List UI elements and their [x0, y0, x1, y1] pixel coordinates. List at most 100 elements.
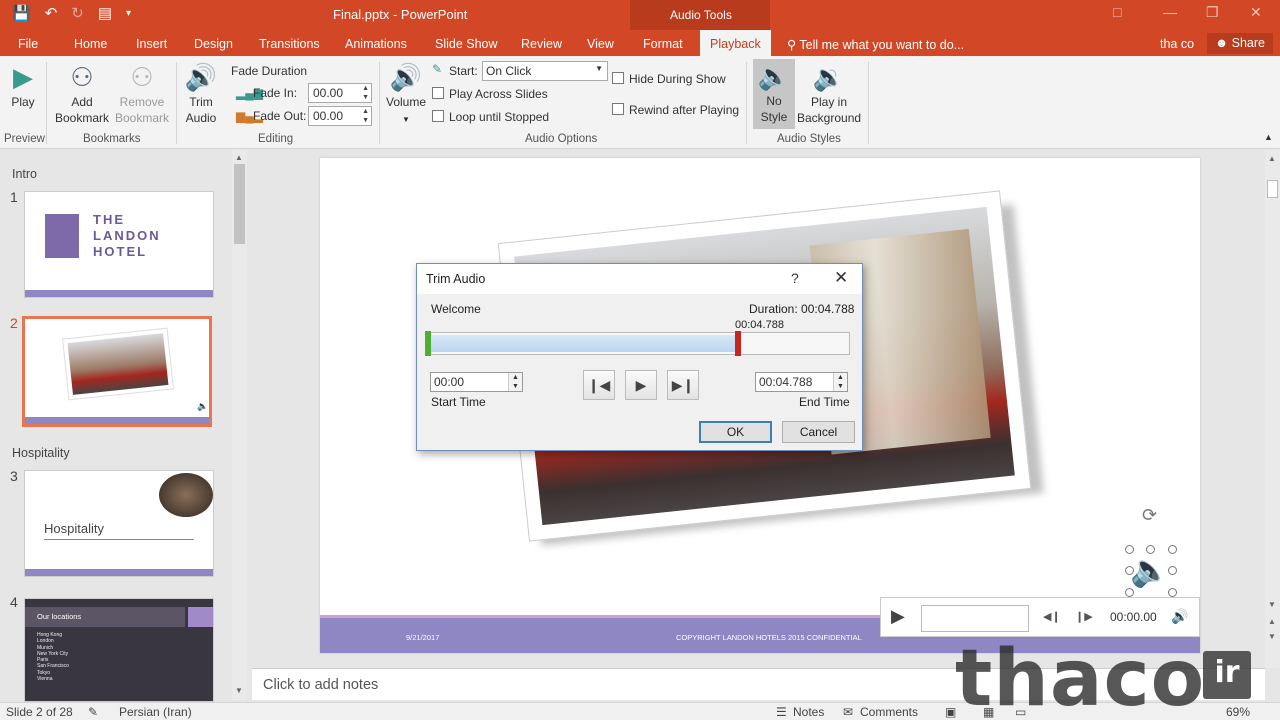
scroll-thumb[interactable] — [234, 164, 245, 244]
comments-icon[interactable]: ✉ — [843, 705, 853, 719]
speaker-icon[interactable]: 🔈 — [1130, 548, 1170, 593]
resize-handle[interactable] — [1125, 566, 1134, 575]
previous-slide-icon[interactable]: ▲ — [1268, 617, 1276, 626]
close-icon[interactable]: ✕ — [834, 268, 848, 288]
spellcheck-icon[interactable]: ✎ — [88, 705, 98, 719]
scroll-thumb[interactable] — [1267, 180, 1278, 198]
spin-arrows-icon[interactable]: ▲ ▼ — [362, 84, 369, 102]
fade-in-value: 00.00 — [313, 86, 344, 100]
resize-handle[interactable] — [1168, 566, 1177, 575]
play-across-slides-checkbox[interactable] — [432, 87, 444, 99]
play-in-background-button[interactable]: 🔉 Play in Background — [797, 60, 861, 126]
close-window-icon[interactable]: ✕ — [1250, 4, 1262, 21]
tab-transitions[interactable]: Transitions — [259, 37, 320, 51]
fade-out-input[interactable]: 00.00 ▲ ▼ — [308, 106, 372, 126]
no-style-button[interactable]: 🔈 No Style — [753, 59, 795, 129]
tab-design[interactable]: Design — [194, 37, 233, 51]
slide-thumbnail-4[interactable]: Our locations Hong Kong London Munich Ne… — [24, 598, 214, 702]
media-progress-bar[interactable] — [921, 605, 1029, 632]
next-slide-icon[interactable]: ▼ — [1268, 632, 1276, 641]
audio-timeline[interactable] — [425, 331, 850, 356]
rewind-checkbox[interactable] — [612, 103, 624, 115]
redo-icon[interactable]: ↻ — [71, 4, 84, 24]
start-select[interactable]: On Click ▼ — [482, 61, 608, 81]
dialog-play-button[interactable]: ▶ — [625, 370, 657, 400]
tab-slide-show[interactable]: Slide Show — [435, 37, 498, 51]
loop-checkbox[interactable] — [432, 110, 444, 122]
restore-icon[interactable]: ❐ — [1206, 4, 1219, 21]
tab-file[interactable]: File — [18, 37, 38, 51]
thumbnail-scrollbar[interactable]: ▲ ▼ — [232, 150, 247, 700]
rotate-handle-icon[interactable]: ⟳ — [1142, 505, 1157, 526]
section-intro[interactable]: Intro — [12, 167, 37, 181]
group-audio-styles: Audio Styles — [777, 133, 841, 145]
ribbon-display-icon[interactable]: □ — [1113, 4, 1121, 20]
volume-button[interactable]: 🔊 Volume ▼ — [384, 60, 428, 128]
zoom-level[interactable]: 69% — [1226, 705, 1250, 719]
footer-date: 9/21/2017 — [406, 633, 440, 642]
scroll-down-icon[interactable]: ▼ — [235, 686, 243, 695]
share-button[interactable]: ☻ Share — [1207, 33, 1273, 54]
resize-handle[interactable] — [1146, 545, 1155, 554]
tab-insert[interactable]: Insert — [136, 37, 167, 51]
document-title: Final.pptx - PowerPoint — [333, 7, 468, 22]
slide-thumbnail-3[interactable]: Hospitality — [24, 470, 214, 577]
spin-arrows-icon[interactable]: ▲ ▼ — [362, 107, 369, 125]
slide-thumbnail-2[interactable]: 🔈 — [22, 316, 212, 427]
add-bookmark-button[interactable]: ⚇ Add Bookmark — [53, 60, 111, 126]
slide-scrollbar[interactable]: ▲ ▼ ▲ ▼ — [1265, 150, 1280, 668]
tell-me-box[interactable]: ⚲ Tell me what you want to do... — [787, 37, 964, 52]
start-time-input[interactable]: 00:00 ▲ ▼ — [430, 372, 523, 392]
collapse-ribbon-icon[interactable]: ▲ — [1264, 132, 1273, 142]
step-forward-icon[interactable]: ❙▶ — [1075, 610, 1093, 623]
section-hospitality[interactable]: Hospitality — [12, 446, 70, 460]
play-button[interactable]: ▶ Play — [6, 60, 40, 110]
spin-arrows-icon[interactable]: ▲ ▼ — [833, 373, 847, 391]
undo-icon[interactable]: ↶ — [45, 4, 58, 24]
scroll-up-icon[interactable]: ▲ — [1268, 154, 1276, 163]
media-volume-icon[interactable]: 🔊 — [1171, 608, 1188, 625]
customize-qat-icon[interactable]: ▾ — [126, 4, 131, 24]
resize-handle[interactable] — [1125, 588, 1134, 597]
ok-button[interactable]: OK — [699, 421, 772, 443]
help-icon[interactable]: ? — [791, 270, 799, 286]
hide-during-show-checkbox[interactable] — [612, 72, 624, 84]
end-time-input[interactable]: 00:04.788 ▲ ▼ — [755, 372, 848, 392]
tab-view[interactable]: View — [587, 37, 614, 51]
comments-toggle[interactable]: Comments — [860, 705, 918, 719]
trim-audio-button[interactable]: 🔊 Trim Audio — [180, 60, 222, 126]
start-marker[interactable] — [425, 331, 431, 356]
next-frame-button[interactable]: ▶❙ — [667, 370, 699, 400]
media-play-icon[interactable]: ▶ — [891, 606, 905, 627]
loop-label: Loop until Stopped — [449, 110, 550, 124]
resize-handle[interactable] — [1168, 545, 1177, 554]
tab-animations[interactable]: Animations — [345, 37, 407, 51]
scroll-down-icon[interactable]: ▼ — [1268, 600, 1276, 609]
step-back-icon[interactable]: ◀❙ — [1043, 610, 1061, 623]
notes-placeholder: Click to add notes — [263, 677, 379, 693]
present-icon[interactable]: ▤ — [98, 4, 112, 24]
tab-review[interactable]: Review — [521, 37, 562, 51]
notes-toggle[interactable]: Notes — [793, 705, 824, 719]
resize-handle[interactable] — [1168, 588, 1177, 597]
slide-thumbnail-1[interactable]: THE LANDON HOTEL — [24, 191, 214, 298]
notes-icon[interactable]: ☰ — [776, 705, 787, 719]
user-name[interactable]: tha co — [1160, 37, 1194, 51]
fade-in-input[interactable]: 00.00 ▲ ▼ — [308, 83, 372, 103]
tab-playback[interactable]: Playback — [700, 30, 771, 56]
save-icon[interactable]: 💾 — [12, 4, 31, 24]
spin-arrows-icon[interactable]: ▲ ▼ — [508, 373, 522, 391]
previous-frame-button[interactable]: ❙◀ — [583, 370, 615, 400]
resize-handle[interactable] — [1125, 545, 1134, 554]
scroll-up-icon[interactable]: ▲ — [235, 153, 243, 162]
play-icon: ▶ — [13, 62, 33, 92]
tab-format[interactable]: Format — [643, 37, 683, 51]
remove-bookmark-button[interactable]: ⚇ Remove Bookmark — [113, 60, 171, 126]
language-indicator[interactable]: Persian (Iran) — [119, 705, 192, 719]
end-marker[interactable] — [735, 331, 741, 356]
tab-home[interactable]: Home — [74, 37, 107, 51]
divider — [44, 539, 194, 540]
start-time-value: 00:00 — [434, 375, 465, 389]
cancel-button[interactable]: Cancel — [782, 421, 855, 443]
minimize-icon[interactable]: — — [1163, 4, 1177, 20]
